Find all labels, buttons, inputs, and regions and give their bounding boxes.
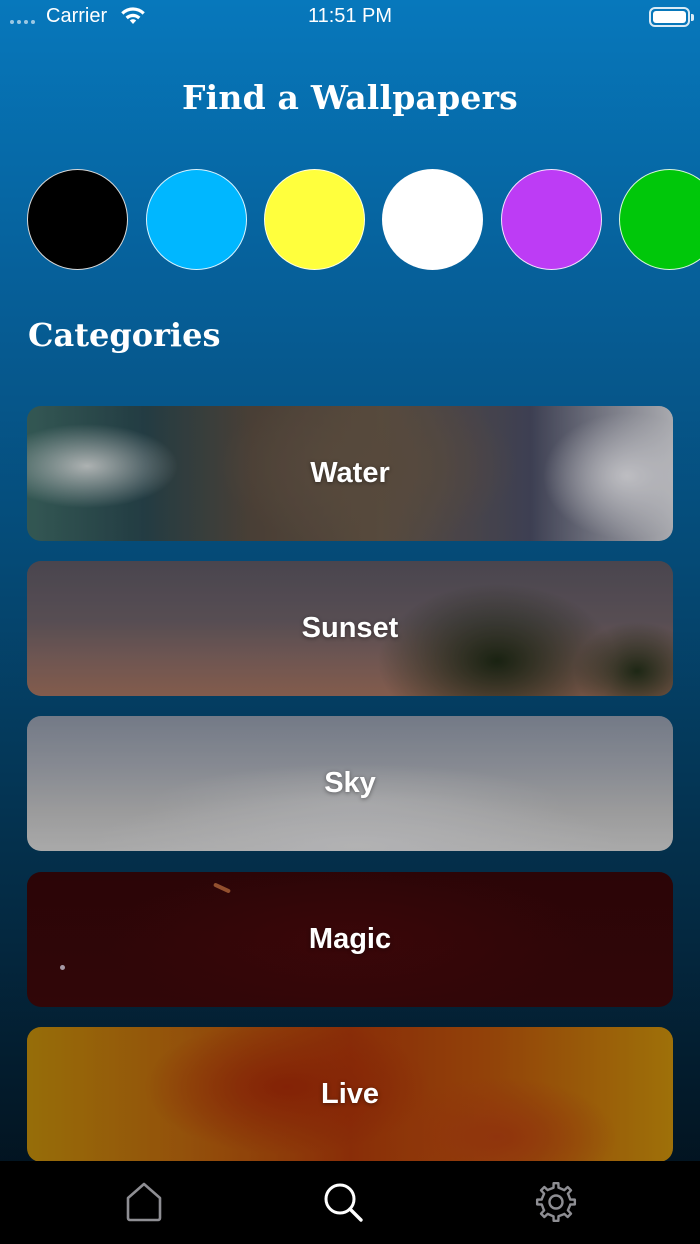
category-card-sky[interactable]: Sky [27, 716, 673, 851]
search-icon [324, 1183, 363, 1222]
status-bar: Carrier 11:51 PM [0, 0, 700, 34]
categories-heading: Categories [28, 316, 221, 354]
color-filter-row[interactable] [27, 169, 700, 271]
category-card-live[interactable]: Live [27, 1027, 673, 1162]
color-swatch-green[interactable] [619, 169, 700, 270]
tab-settings[interactable] [534, 1180, 578, 1224]
page-title: Find a Wallpapers [182, 78, 518, 117]
category-card-sunset[interactable]: Sunset [27, 561, 673, 696]
category-label: Live [320, 1078, 380, 1110]
color-swatch-blue[interactable] [146, 169, 247, 270]
category-label: Water [310, 457, 390, 489]
color-swatch-yellow[interactable] [264, 169, 365, 270]
status-time: 11:51 PM [307, 5, 393, 27]
category-label: Magic [308, 923, 392, 955]
gear-icon [535, 1181, 577, 1223]
category-card-water[interactable]: Water [27, 406, 673, 541]
category-label: Sunset [301, 612, 399, 644]
tab-search[interactable] [321, 1180, 365, 1224]
battery-icon [649, 7, 694, 27]
color-swatch-white[interactable] [382, 169, 483, 270]
color-swatch-purple[interactable] [501, 169, 602, 270]
home-icon [126, 1182, 162, 1222]
color-swatch-black[interactable] [27, 169, 128, 270]
tab-home[interactable] [122, 1180, 166, 1224]
category-card-magic[interactable]: Magic [27, 872, 673, 1007]
tab-bar [0, 1161, 700, 1244]
category-label: Sky [324, 767, 376, 799]
